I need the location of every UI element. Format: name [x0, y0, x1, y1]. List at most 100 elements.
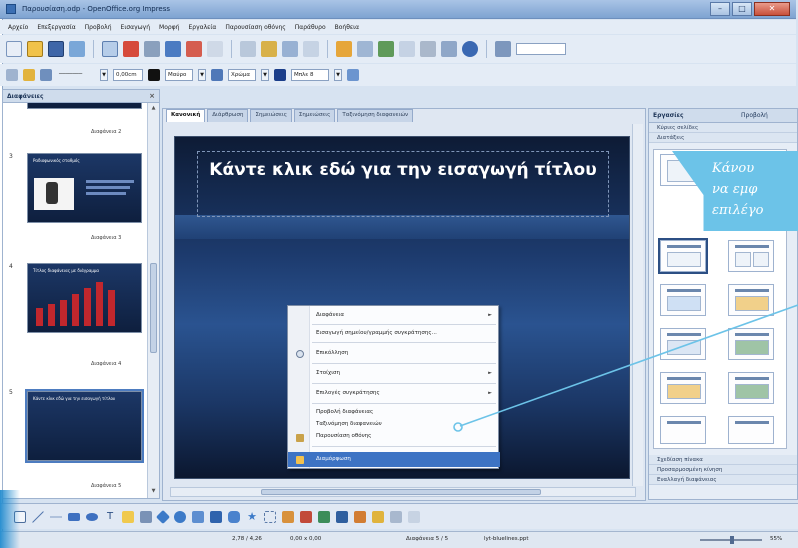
- section-slide-transition[interactable]: Εναλλαγή διαφάνειας: [649, 475, 797, 485]
- tab-handout[interactable]: Σημειώσεις: [293, 109, 336, 122]
- menu-slideshow[interactable]: Παρουσίαση οθόνης: [225, 24, 285, 31]
- fontwork-icon[interactable]: [300, 510, 312, 523]
- cut-icon[interactable]: [207, 41, 223, 57]
- align-icon[interactable]: [390, 510, 402, 523]
- menu-item-align[interactable]: Στοίχιση ►: [288, 366, 500, 381]
- stars-icon[interactable]: ★: [246, 510, 258, 523]
- copy-icon[interactable]: [240, 41, 256, 57]
- basic-shapes-icon[interactable]: [155, 509, 171, 524]
- layout-title-chart[interactable]: [728, 284, 774, 316]
- layout-title-table[interactable]: [660, 328, 706, 360]
- title-placeholder[interactable]: Κάντε κλικ εδώ για την εισαγωγή τίτλου: [197, 151, 609, 217]
- menu-edit[interactable]: Επεξεργασία: [37, 24, 75, 31]
- menu-file[interactable]: Αρχείο: [8, 24, 28, 31]
- menu-item-view-slide[interactable]: Προβολή διαφάνειας: [288, 406, 500, 418]
- slide-icon[interactable]: [495, 41, 511, 57]
- extrusion-icon[interactable]: [354, 510, 366, 523]
- layout-title-chart-text[interactable]: [660, 372, 706, 404]
- menu-item-insert-snap[interactable]: Εισαγωγή σημείου/γραμμής συγκράτησης...: [288, 326, 500, 341]
- section-custom-animation[interactable]: Προσαρμοσμένη κίνηση: [649, 465, 797, 475]
- close-button[interactable]: ✕: [754, 2, 790, 16]
- table-icon[interactable]: [357, 41, 373, 57]
- menu-tools[interactable]: Εργαλεία: [188, 24, 216, 31]
- callouts-icon[interactable]: [228, 510, 240, 523]
- help-icon[interactable]: [462, 41, 478, 57]
- autospell-icon[interactable]: [186, 41, 202, 57]
- layout-title-content[interactable]: [658, 238, 708, 274]
- line-color-field[interactable]: Μαύρο: [165, 69, 193, 81]
- block-arrows-icon[interactable]: [192, 510, 204, 523]
- zoom-slider[interactable]: [700, 536, 762, 544]
- editor-horizontal-scrollbar[interactable]: [170, 487, 636, 497]
- redo-icon[interactable]: [303, 41, 319, 57]
- layout-title-2content[interactable]: [728, 240, 774, 272]
- scroll-down-arrow[interactable]: ▼: [150, 488, 157, 496]
- area-icon[interactable]: [211, 69, 223, 81]
- points-icon[interactable]: [264, 510, 276, 523]
- slide-thumbnail-5[interactable]: Κάντε κλικ εδώ για την εισαγωγή τίτλου: [25, 389, 144, 463]
- slide-thumbnail-2[interactable]: [27, 103, 142, 109]
- navigator-icon[interactable]: [420, 41, 436, 57]
- slide-button-field[interactable]: [516, 43, 566, 55]
- chart-icon[interactable]: [336, 41, 352, 57]
- area-style-field[interactable]: Χρώμα: [228, 69, 256, 81]
- layout-title-4objects[interactable]: [728, 416, 774, 444]
- zoom-icon[interactable]: [441, 41, 457, 57]
- slides-scrollbar[interactable]: ▲ ▼: [147, 103, 159, 498]
- arrow-style-icon[interactable]: [40, 69, 52, 81]
- area-color-dropdown[interactable]: ▼: [334, 69, 342, 81]
- arrow-tool-icon[interactable]: [50, 510, 62, 523]
- close-pane-icon[interactable]: ×: [149, 92, 155, 100]
- line-icon[interactable]: [23, 69, 35, 81]
- menu-item-paste[interactable]: Επικόλληση: [288, 346, 500, 361]
- section-table-design[interactable]: Σχεδίαση πίνακα: [649, 455, 797, 465]
- minimize-button[interactable]: –: [710, 2, 730, 16]
- menu-help[interactable]: Βοήθεια: [335, 24, 360, 31]
- save-icon[interactable]: [48, 41, 64, 57]
- menu-format[interactable]: Μορφή: [159, 24, 179, 31]
- layout-title-objects[interactable]: [660, 416, 706, 444]
- line-color-dropdown[interactable]: ▼: [198, 69, 206, 81]
- line-style-preview[interactable]: ───────: [57, 69, 95, 81]
- ellipse-icon[interactable]: [86, 512, 98, 521]
- zoom-slider-knob[interactable]: [730, 536, 734, 544]
- slide-thumbnail-4[interactable]: Τίτλος διαφάνειας με διάγραμμα: [27, 263, 142, 333]
- mail-icon[interactable]: [69, 41, 85, 57]
- gallery-icon[interactable]: [336, 510, 348, 523]
- flowchart-icon[interactable]: [210, 510, 222, 523]
- menu-item-slide[interactable]: Διαφάνεια ►: [288, 308, 500, 323]
- edit-file-icon[interactable]: [102, 41, 118, 57]
- menu-item-snap-options[interactable]: Επιλογές συγκράτησης ►: [288, 386, 500, 401]
- line-style-dropdown[interactable]: ▼: [100, 69, 108, 81]
- new-icon[interactable]: [6, 41, 22, 57]
- text-tool-icon[interactable]: T: [104, 511, 116, 523]
- symbol-shapes-icon[interactable]: [174, 510, 186, 523]
- rectangle-icon[interactable]: [68, 512, 80, 521]
- tasks-view-menu[interactable]: Προβολή: [741, 112, 768, 119]
- line-width-field[interactable]: 0,00cm: [113, 69, 143, 81]
- hyperlink-icon[interactable]: [378, 41, 394, 57]
- scroll-thumb[interactable]: [150, 263, 157, 353]
- undo-icon[interactable]: [282, 41, 298, 57]
- from-file-icon[interactable]: [318, 510, 330, 523]
- scroll-thumb[interactable]: [261, 489, 541, 495]
- scroll-up-arrow[interactable]: ▲: [150, 105, 157, 113]
- area-style-dropdown[interactable]: ▼: [261, 69, 269, 81]
- arrange-icon[interactable]: [408, 510, 420, 523]
- slides-list[interactable]: Διαφάνεια 2 3 Ραδιοφωνικός σταθμός Διαφά…: [3, 103, 147, 498]
- tab-normal[interactable]: Κανονική: [166, 109, 206, 122]
- layout-title-image[interactable]: [728, 328, 774, 360]
- layout-title-text[interactable]: [660, 284, 706, 316]
- shadow-icon[interactable]: [347, 69, 359, 81]
- menu-window[interactable]: Παράθυρο: [295, 24, 326, 31]
- open-folder-icon[interactable]: [27, 41, 43, 57]
- tab-notes[interactable]: Σημειώσεις: [250, 109, 292, 122]
- maximize-button[interactable]: □: [732, 2, 752, 16]
- connector-icon[interactable]: [140, 510, 152, 523]
- glue-points-icon[interactable]: [282, 510, 294, 523]
- tab-slide-sorter[interactable]: Ταξινόμηση διαφανειών: [337, 109, 414, 122]
- editor-vertical-scrollbar[interactable]: [632, 124, 643, 486]
- menu-item-slideshow[interactable]: Παρουσίαση οθόνης: [288, 430, 500, 443]
- export-pdf-icon[interactable]: [123, 41, 139, 57]
- curve-icon[interactable]: [122, 510, 134, 523]
